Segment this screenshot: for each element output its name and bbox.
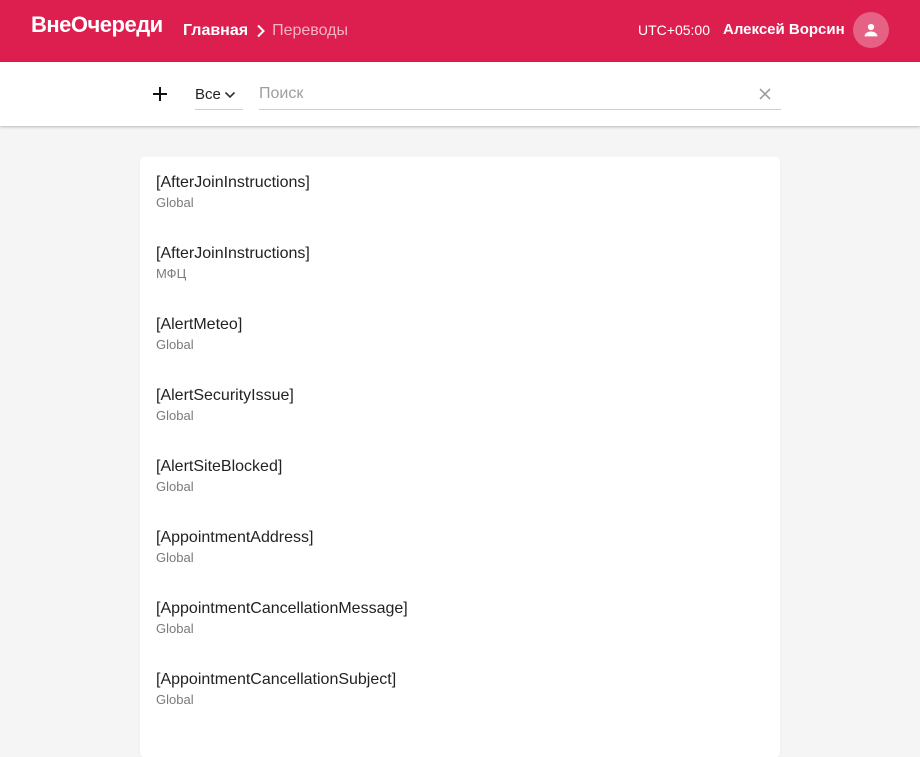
breadcrumb: Главная Переводы (183, 20, 348, 42)
translation-key: [AfterJoinInstructions] (156, 174, 310, 191)
plus-icon (153, 87, 167, 101)
translation-scope: Global (156, 550, 194, 565)
filter-value: Все (195, 86, 221, 103)
app-header: ВнеОчереди Главная Переводы UTC+05:00 Ал… (0, 0, 920, 62)
translation-key: [AppointmentAddress] (156, 529, 314, 546)
translation-key: [AlertSecurityIssue] (156, 387, 294, 404)
list-item[interactable]: [AfterJoinInstructions] МФЦ (156, 245, 756, 295)
breadcrumb-current: Переводы (272, 22, 348, 39)
translation-scope: МФЦ (156, 266, 187, 281)
chevron-right-icon (256, 24, 266, 38)
translation-scope: Global (156, 195, 194, 210)
translation-key: [AlertSiteBlocked] (156, 458, 283, 475)
timezone-label[interactable]: UTC+05:00 (638, 22, 710, 38)
filter-select[interactable]: Все (195, 80, 243, 110)
translation-key: [AlertMeteo] (156, 316, 243, 333)
toolbar: Все (0, 62, 920, 126)
list-item[interactable]: [AppointmentAddress] Global (156, 529, 756, 579)
translation-scope: Global (156, 621, 194, 636)
search-field (259, 80, 781, 110)
list-item[interactable]: [AfterJoinInstructions] Global (156, 174, 756, 224)
chevron-down-icon (224, 91, 236, 99)
translation-scope: Global (156, 479, 194, 494)
list-item[interactable]: [AlertSiteBlocked] Global (156, 458, 756, 508)
list-item[interactable]: [AppointmentCancellationMessage] Global (156, 600, 756, 650)
translation-key: [AppointmentCancellationSubject] (156, 671, 397, 688)
user-icon (864, 23, 878, 37)
clear-search-button[interactable] (757, 86, 773, 102)
close-icon (759, 88, 771, 100)
app-logo[interactable]: ВнеОчереди (31, 12, 163, 38)
translation-scope: Global (156, 337, 194, 352)
translation-key: [AppointmentCancellationMessage] (156, 600, 408, 617)
search-input[interactable] (259, 80, 739, 108)
list-item[interactable]: [AlertMeteo] Global (156, 316, 756, 366)
translations-list: [AfterJoinInstructions] Global [AfterJoi… (140, 157, 780, 757)
list-item[interactable]: [AppointmentCancellationSubject] Global (156, 671, 756, 721)
breadcrumb-home-link[interactable]: Главная (183, 22, 248, 40)
translation-key: [AfterJoinInstructions] (156, 245, 310, 262)
translation-scope: Global (156, 408, 194, 423)
user-name[interactable]: Алексей Ворсин (723, 21, 845, 38)
avatar[interactable] (853, 12, 889, 48)
add-button[interactable] (150, 84, 170, 104)
list-item[interactable]: [AlertSecurityIssue] Global (156, 387, 756, 437)
translation-scope: Global (156, 692, 194, 707)
